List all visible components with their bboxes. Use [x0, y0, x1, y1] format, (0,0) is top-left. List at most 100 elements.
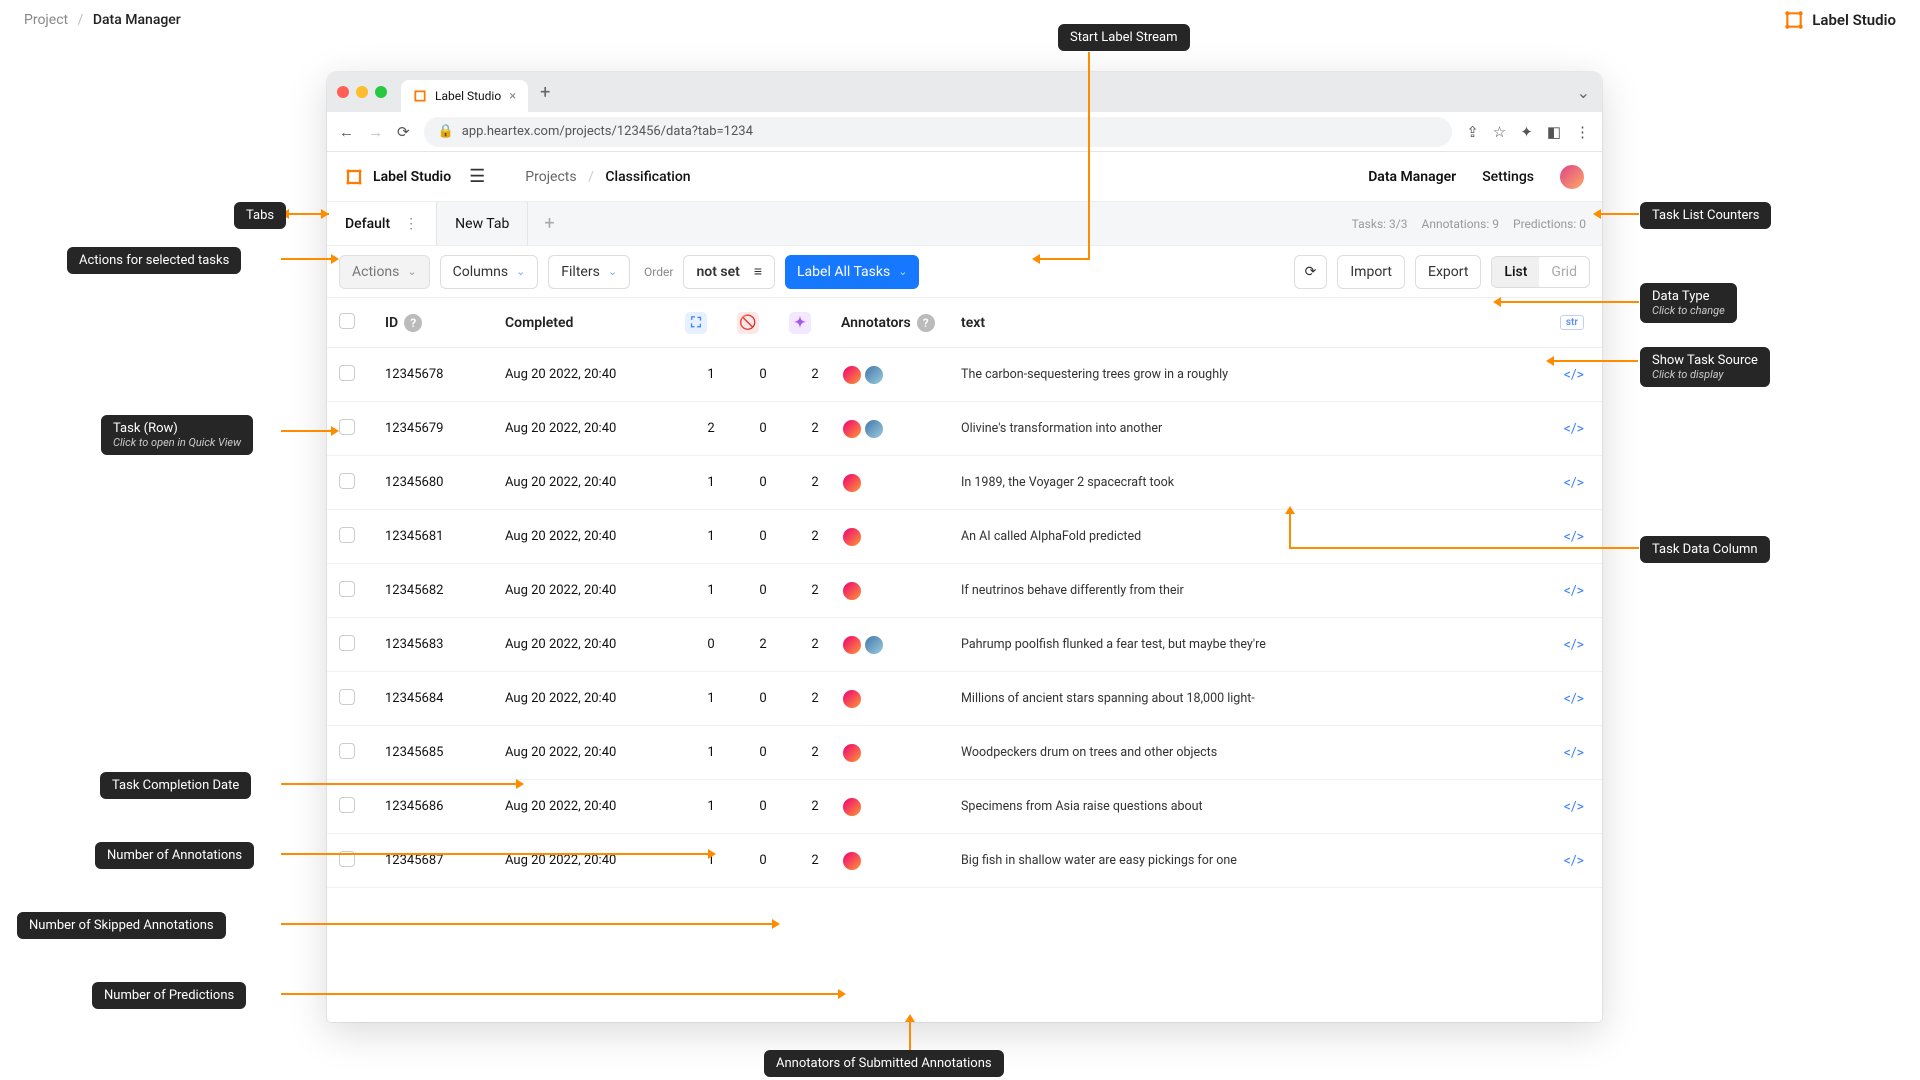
- help-icon[interactable]: ?: [917, 314, 935, 332]
- chevron-down-icon: ⌄: [608, 265, 617, 278]
- breadcrumb-root[interactable]: Project: [24, 12, 68, 28]
- source-icon[interactable]: </>: [1564, 853, 1584, 869]
- cell-annotators: [841, 796, 961, 818]
- annotator-avatar[interactable]: [841, 796, 863, 818]
- nav-data-manager[interactable]: Data Manager: [1368, 169, 1456, 185]
- row-checkbox[interactable]: [339, 419, 355, 435]
- source-icon[interactable]: </>: [1564, 799, 1584, 815]
- tab-new[interactable]: New Tab: [437, 202, 528, 245]
- row-checkbox[interactable]: [339, 635, 355, 651]
- forward-icon[interactable]: →: [368, 123, 383, 141]
- annotator-avatar[interactable]: [841, 634, 863, 656]
- view-toggle[interactable]: List Grid: [1491, 256, 1590, 288]
- source-icon[interactable]: </>: [1564, 475, 1584, 491]
- table-row[interactable]: 12345687 Aug 20 2022, 20:40 1 0 2 Big fi…: [327, 834, 1602, 888]
- refresh-button[interactable]: ⟳: [1294, 255, 1328, 289]
- table-row[interactable]: 12345682 Aug 20 2022, 20:40 1 0 2 If neu…: [327, 564, 1602, 618]
- source-icon[interactable]: </>: [1564, 745, 1584, 761]
- table-row[interactable]: 12345684 Aug 20 2022, 20:40 1 0 2 Millio…: [327, 672, 1602, 726]
- source-icon[interactable]: </>: [1564, 529, 1584, 545]
- columns-button[interactable]: Columns⌄: [440, 255, 539, 289]
- tab-default[interactable]: Default ⋮: [327, 202, 437, 245]
- actions-button[interactable]: Actions⌄: [339, 255, 430, 289]
- annotator-avatar[interactable]: [841, 526, 863, 548]
- source-icon[interactable]: </>: [1564, 421, 1584, 437]
- tabs-chevron-icon[interactable]: ⌄: [1577, 83, 1590, 102]
- new-tab-icon[interactable]: +: [540, 82, 550, 103]
- import-button[interactable]: Import: [1337, 255, 1405, 289]
- label-studio-logo-icon: [1784, 10, 1804, 30]
- view-grid[interactable]: Grid: [1539, 257, 1589, 287]
- annotator-avatar[interactable]: [841, 580, 863, 602]
- annotator-avatar[interactable]: [863, 634, 885, 656]
- annotator-avatar[interactable]: [841, 850, 863, 872]
- row-checkbox[interactable]: [339, 743, 355, 759]
- row-checkbox[interactable]: [339, 689, 355, 705]
- row-checkbox[interactable]: [339, 581, 355, 597]
- label-all-tasks-button[interactable]: Label All Tasks⌄: [785, 255, 919, 289]
- crumb-project-name[interactable]: Classification: [605, 169, 690, 185]
- annotator-avatar[interactable]: [841, 742, 863, 764]
- source-icon[interactable]: </>: [1564, 367, 1584, 383]
- extensions-icon[interactable]: ✦: [1520, 123, 1533, 141]
- row-checkbox[interactable]: [339, 797, 355, 813]
- back-icon[interactable]: ←: [339, 123, 354, 141]
- table-row[interactable]: 12345685 Aug 20 2022, 20:40 1 0 2 Woodpe…: [327, 726, 1602, 780]
- cell-id: 12345683: [385, 637, 505, 652]
- close-tab-icon[interactable]: ×: [509, 89, 516, 104]
- row-checkbox[interactable]: [339, 473, 355, 489]
- annotator-avatar[interactable]: [863, 418, 885, 440]
- view-list[interactable]: List: [1492, 257, 1539, 287]
- import-label: Import: [1350, 264, 1392, 280]
- minimize-icon[interactable]: [356, 86, 368, 98]
- annotator-avatar[interactable]: [841, 364, 863, 386]
- crumb-projects[interactable]: Projects: [525, 169, 576, 185]
- row-checkbox[interactable]: [339, 365, 355, 381]
- window-controls[interactable]: [337, 86, 387, 98]
- export-button[interactable]: Export: [1415, 255, 1481, 289]
- table-row[interactable]: 12345680 Aug 20 2022, 20:40 1 0 2 In 198…: [327, 456, 1602, 510]
- select-all-checkbox[interactable]: [339, 313, 355, 329]
- browser-tab[interactable]: Label Studio ×: [401, 80, 528, 112]
- col-text[interactable]: text: [961, 315, 1291, 331]
- add-tab-icon[interactable]: +: [528, 202, 570, 245]
- col-annotators[interactable]: Annotators?: [841, 314, 961, 332]
- menu-icon[interactable]: ☰: [469, 166, 485, 187]
- star-icon[interactable]: ☆: [1493, 123, 1506, 141]
- cell-annotators: [841, 472, 961, 494]
- cell-id: 12345687: [385, 853, 505, 868]
- annotator-avatar[interactable]: [841, 472, 863, 494]
- table-row[interactable]: 12345679 Aug 20 2022, 20:40 2 0 2 Olivin…: [327, 402, 1602, 456]
- annotator-avatar[interactable]: [841, 418, 863, 440]
- table-row[interactable]: 12345678 Aug 20 2022, 20:40 1 0 2 The ca…: [327, 348, 1602, 402]
- order-button[interactable]: not set≡: [683, 255, 775, 289]
- annotator-avatar[interactable]: [863, 364, 885, 386]
- app-title[interactable]: Label Studio: [345, 168, 451, 186]
- close-icon[interactable]: [337, 86, 349, 98]
- maximize-icon[interactable]: [375, 86, 387, 98]
- panel-icon[interactable]: ◧: [1547, 123, 1561, 141]
- filters-button[interactable]: Filters⌄: [548, 255, 630, 289]
- predictions-count-icon[interactable]: ✦: [789, 312, 811, 334]
- nav-settings[interactable]: Settings: [1482, 169, 1534, 185]
- annotations-count-icon[interactable]: ⛶: [685, 312, 707, 334]
- help-icon[interactable]: ?: [404, 314, 422, 332]
- user-avatar[interactable]: [1560, 165, 1584, 189]
- tab-menu-icon[interactable]: ⋮: [404, 216, 418, 232]
- row-checkbox[interactable]: [339, 527, 355, 543]
- source-icon[interactable]: </>: [1564, 583, 1584, 599]
- col-completed[interactable]: Completed: [505, 315, 685, 331]
- reload-icon[interactable]: ⟳: [397, 123, 410, 141]
- table-row[interactable]: 12345681 Aug 20 2022, 20:40 1 0 2 An AI …: [327, 510, 1602, 564]
- cell-skipped: 0: [737, 529, 789, 544]
- address-bar[interactable]: 🔒 app.heartex.com/projects/123456/data?t…: [424, 117, 1453, 147]
- skipped-count-icon[interactable]: 🚫: [737, 312, 759, 334]
- share-icon[interactable]: ⇪: [1466, 123, 1479, 141]
- source-icon[interactable]: </>: [1564, 637, 1584, 653]
- more-icon[interactable]: ⋮: [1575, 123, 1590, 141]
- col-id[interactable]: ID?: [385, 314, 505, 332]
- datatype-pill[interactable]: str: [1560, 315, 1584, 330]
- annotator-avatar[interactable]: [841, 688, 863, 710]
- source-icon[interactable]: </>: [1564, 691, 1584, 707]
- table-row[interactable]: 12345683 Aug 20 2022, 20:40 0 2 2 Pahrum…: [327, 618, 1602, 672]
